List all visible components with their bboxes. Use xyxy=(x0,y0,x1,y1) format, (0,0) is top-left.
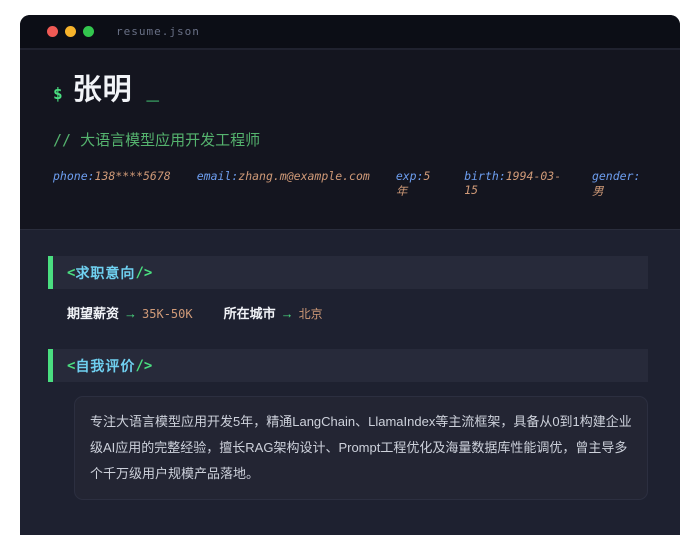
section-header-self-evaluation: <自我评价/> xyxy=(48,349,648,382)
gender-value: 男 xyxy=(592,184,604,198)
self-evaluation-card: 专注大语言模型应用开发5年，精通LangChain、LlamaIndex等主流框… xyxy=(74,396,648,500)
close-bracket: /> xyxy=(135,358,152,374)
window-title: resume.json xyxy=(116,25,200,38)
city-label: 所在城市 xyxy=(224,303,276,322)
terminal-cursor: _ xyxy=(147,74,159,110)
gender-label: gender: xyxy=(592,169,640,183)
resume-body: <求职意向/> 期望薪资 → 35K-50K 所在城市 → 北京 <自我评价/>… xyxy=(20,229,680,535)
close-bracket: /> xyxy=(135,265,152,281)
birth-label: birth: xyxy=(464,169,506,183)
contact-info-row: phone:138****5678 email:zhang.m@example.… xyxy=(53,169,647,199)
terminal-window: resume.json $ 张明 _ // 大语言模型应用开发工程师 phone… xyxy=(20,15,680,535)
expected-salary-value: 35K-50K xyxy=(142,307,193,321)
email-value: zhang.m@example.com xyxy=(238,169,370,183)
job-title-comment: // 大语言模型应用开发工程师 xyxy=(53,129,647,150)
exp-label: exp: xyxy=(396,169,424,183)
minimize-window-button[interactable] xyxy=(65,26,76,37)
arrow-icon: → xyxy=(124,306,137,321)
email-label: email: xyxy=(197,169,239,183)
field-expected-salary: 期望薪资 → 35K-50K xyxy=(67,303,193,322)
contact-item-email: email:zhang.m@example.com xyxy=(197,169,370,199)
open-bracket: < xyxy=(67,358,75,374)
contact-item-phone: phone:138****5678 xyxy=(53,169,171,199)
section-title-job-intention: 求职意向 xyxy=(75,263,135,283)
close-window-button[interactable] xyxy=(47,26,58,37)
candidate-name: 张明 xyxy=(73,72,133,108)
phone-value: 138****5678 xyxy=(95,169,171,183)
arrow-icon: → xyxy=(281,306,294,321)
field-city: 所在城市 → 北京 xyxy=(224,303,323,322)
contact-item-birth: birth:1994-03-15 xyxy=(464,169,566,199)
name-line: $ 张明 _ xyxy=(53,72,647,112)
resume-header: $ 张明 _ // 大语言模型应用开发工程师 phone:138****5678… xyxy=(20,50,680,229)
contact-item-exp: exp:5年 xyxy=(396,169,438,199)
phone-label: phone: xyxy=(53,169,95,183)
section-header-job-intention: <求职意向/> xyxy=(48,256,648,289)
section-title-self-evaluation: 自我评价 xyxy=(75,356,135,376)
contact-item-gender: gender:男 xyxy=(592,169,647,199)
city-value: 北京 xyxy=(299,305,323,322)
self-evaluation-text: 专注大语言模型应用开发5年，精通LangChain、LlamaIndex等主流框… xyxy=(90,414,632,481)
open-bracket: < xyxy=(67,265,75,281)
job-intention-fields: 期望薪资 → 35K-50K 所在城市 → 北京 xyxy=(67,303,648,322)
shell-prompt-symbol: $ xyxy=(53,76,63,112)
maximize-window-button[interactable] xyxy=(83,26,94,37)
window-titlebar: resume.json xyxy=(20,15,680,50)
expected-salary-label: 期望薪资 xyxy=(67,303,119,322)
